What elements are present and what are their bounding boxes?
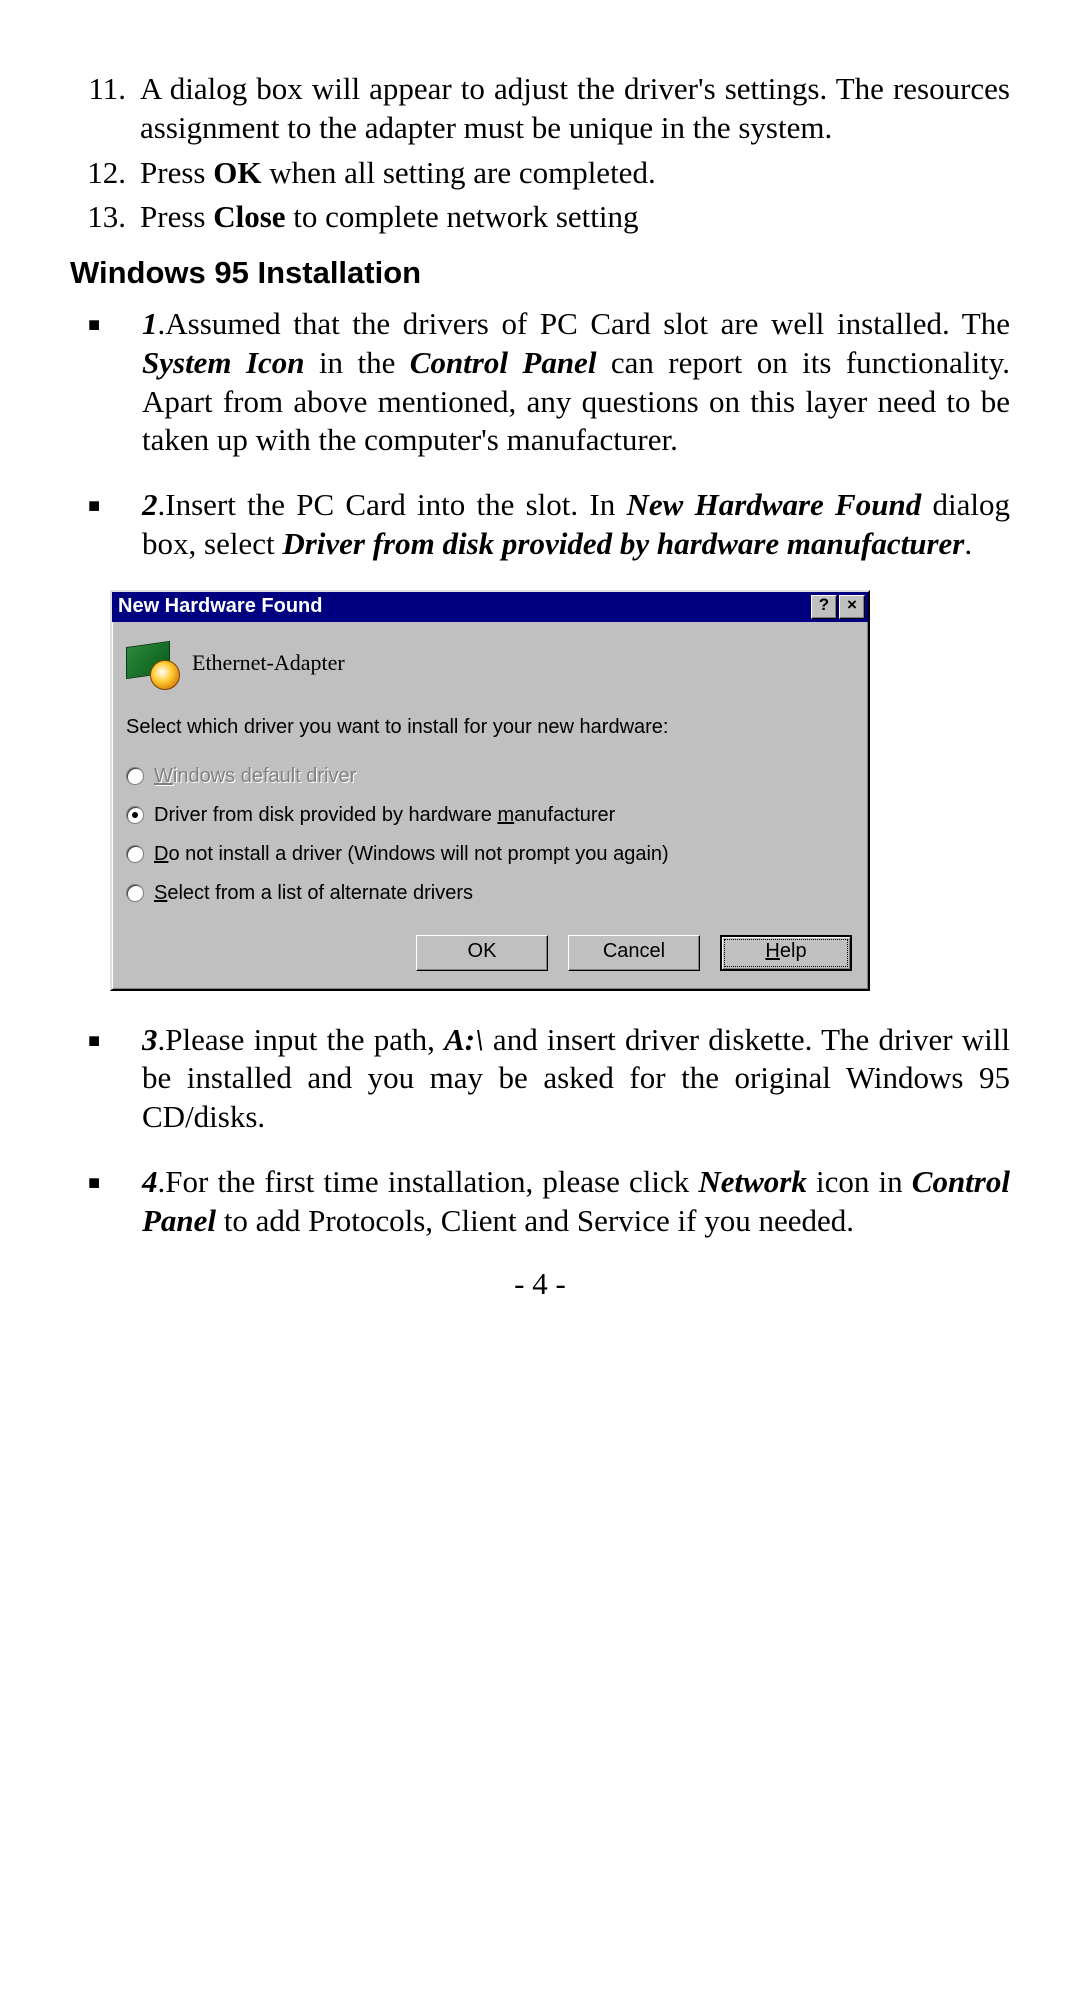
bullet-text: 1.Assumed that the drivers of PC Card sl… — [142, 305, 1010, 460]
bullet-text: 2.Insert the PC Card into the slot. In N… — [142, 486, 1010, 564]
bullet-icon: ■ — [70, 486, 142, 564]
titlebar: New Hardware Found ? × — [112, 592, 868, 622]
bullet-item: ■ 2.Insert the PC Card into the slot. In… — [70, 486, 1010, 564]
radio-option-windows-default: Windows default driver — [126, 765, 854, 788]
dialog-button-row: OK Cancel Help — [126, 935, 854, 971]
bullet-item: ■ 4.For the first time installation, ple… — [70, 1163, 1010, 1241]
dialog-body: Ethernet-Adapter Select which driver you… — [112, 622, 868, 989]
radio-option-do-not-install[interactable]: Do not install a driver (Windows will no… — [126, 843, 854, 866]
radio-label: Select from a list of alternate drivers — [154, 882, 473, 905]
radio-label: Do not install a driver (Windows will no… — [154, 843, 669, 866]
list-number: 11. — [70, 70, 140, 148]
dialog-instruction: Select which driver you want to install … — [126, 716, 854, 739]
help-button[interactable]: Help — [720, 935, 852, 971]
list-number: 13. — [70, 198, 140, 237]
section-heading: Windows 95 Installation — [70, 255, 1010, 291]
list-text: Press OK when all setting are completed. — [140, 154, 1010, 193]
list-text: A dialog box will appear to adjust the d… — [140, 70, 1010, 148]
bullet-icon: ■ — [70, 1163, 142, 1241]
page-number: - 4 - — [70, 1266, 1010, 1302]
list-item: 11. A dialog box will appear to adjust t… — [70, 70, 1010, 148]
close-button[interactable]: × — [839, 595, 865, 619]
dialog-screenshot: New Hardware Found ? × Ethernet-Adapter … — [110, 590, 870, 991]
radio-label: Windows default driver — [154, 765, 356, 788]
bullet-icon: ■ — [70, 305, 142, 460]
dialog-title: New Hardware Found — [118, 595, 809, 618]
radio-option-select-from-list[interactable]: Select from a list of alternate drivers — [126, 882, 854, 905]
page-content: 11. A dialog box will appear to adjust t… — [0, 0, 1080, 1342]
bullet-item: ■ 1.Assumed that the drivers of PC Card … — [70, 305, 1010, 460]
new-hardware-found-dialog: New Hardware Found ? × Ethernet-Adapter … — [110, 590, 870, 991]
bullet-text: 3.Please input the path, A:\ and insert … — [142, 1021, 1010, 1137]
radio-label: Driver from disk provided by hardware ma… — [154, 804, 615, 827]
hardware-row: Ethernet-Adapter — [126, 636, 854, 690]
radio-icon — [126, 767, 144, 785]
list-text: Press Close to complete network setting — [140, 198, 1010, 237]
bullet-text: 4.For the first time installation, pleas… — [142, 1163, 1010, 1241]
list-number: 12. — [70, 154, 140, 193]
adapter-icon — [126, 636, 180, 690]
radio-icon[interactable] — [126, 845, 144, 863]
bullet-icon: ■ — [70, 1021, 142, 1137]
radio-icon[interactable] — [126, 806, 144, 824]
list-item: 13. Press Close to complete network sett… — [70, 198, 1010, 237]
hardware-name: Ethernet-Adapter — [192, 650, 345, 676]
list-item: 12. Press OK when all setting are comple… — [70, 154, 1010, 193]
help-button[interactable]: ? — [811, 595, 837, 619]
radio-icon[interactable] — [126, 884, 144, 902]
bullet-item: ■ 3.Please input the path, A:\ and inser… — [70, 1021, 1010, 1137]
radio-option-driver-from-disk[interactable]: Driver from disk provided by hardware ma… — [126, 804, 854, 827]
cancel-button[interactable]: Cancel — [568, 935, 700, 971]
ok-button[interactable]: OK — [416, 935, 548, 971]
